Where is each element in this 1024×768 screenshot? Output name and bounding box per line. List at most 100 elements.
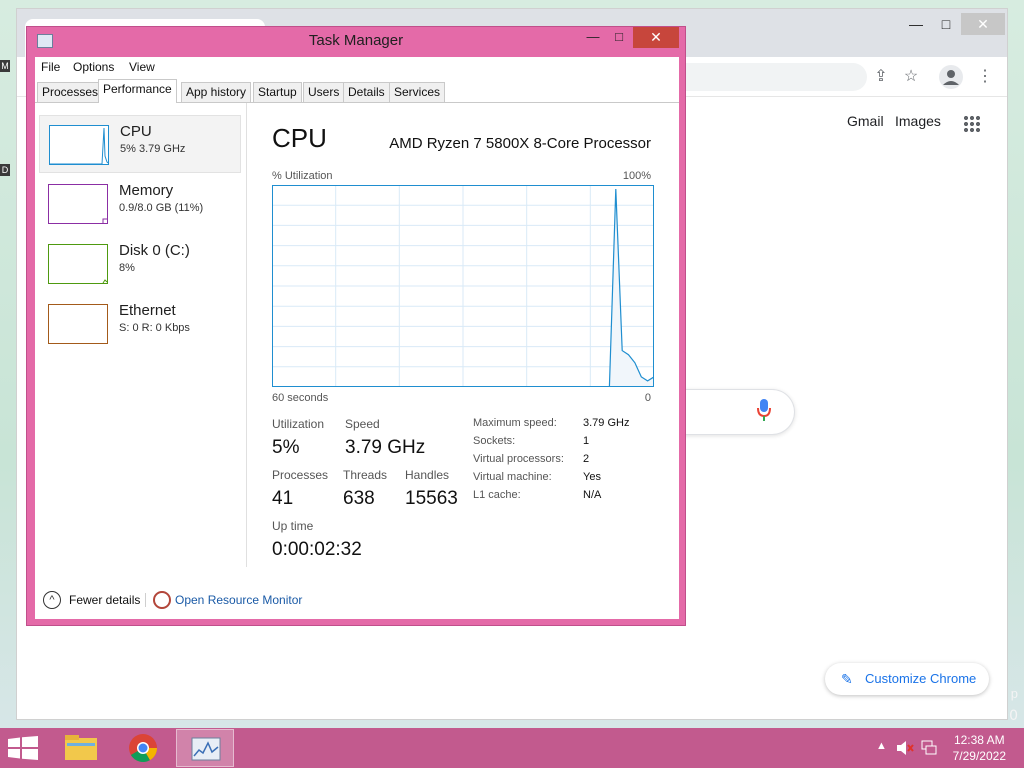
- y-axis-max-label: 100%: [622, 170, 651, 182]
- task-manager-taskbar-button[interactable]: [176, 729, 234, 767]
- speed-value: 3.79 GHz: [345, 437, 426, 458]
- sidebar-item-value: 5% 3.79 GHz: [120, 143, 186, 155]
- y-axis-label: % Utilization: [272, 170, 333, 182]
- x-axis-label: 60 seconds: [272, 392, 329, 404]
- tab-users[interactable]: Users: [303, 82, 345, 102]
- file-explorer-taskbar-button[interactable]: [52, 729, 110, 767]
- desktop-edge-mark: M: [0, 60, 10, 72]
- tab-processes[interactable]: Processes: [37, 82, 104, 102]
- clock-time: 12:38 AM: [953, 733, 1005, 747]
- cpu-utilization-graph: [272, 185, 654, 387]
- footer-bar: ^ Fewer details Open Resource Monitor: [35, 587, 679, 617]
- l1-cache-value: N/A: [583, 489, 602, 501]
- folder-icon: [65, 735, 97, 760]
- virtual-processors-label: Virtual processors:: [473, 453, 564, 465]
- chrome-close-button[interactable]: ✕: [961, 13, 1005, 35]
- sidebar-item-label: Ethernet: [119, 302, 176, 319]
- tab-app-history[interactable]: App history: [181, 82, 252, 102]
- max-speed-value: 3.79 GHz: [583, 417, 630, 429]
- voice-search-mic-icon[interactable]: [757, 398, 771, 422]
- utilization-value: 5%: [272, 437, 300, 458]
- processes-label: Processes: [272, 468, 329, 482]
- open-resource-monitor-link[interactable]: Open Resource Monitor: [175, 593, 302, 607]
- network-icon[interactable]: [920, 739, 938, 757]
- threads-value: 638: [343, 488, 375, 509]
- sidebar-item-value: 0.9/8.0 GB (11%): [119, 202, 204, 214]
- google-apps-icon[interactable]: [963, 115, 981, 133]
- menu-file[interactable]: File: [41, 60, 60, 74]
- clock-date: 7/29/2022: [952, 749, 1006, 763]
- close-button[interactable]: ✕: [633, 27, 679, 48]
- resource-monitor-icon[interactable]: [153, 591, 171, 609]
- sidebar-item-label: Memory: [119, 182, 174, 199]
- sidebar-item-label: CPU: [120, 123, 152, 140]
- memory-thumbnail-graph: [48, 184, 108, 224]
- disk-thumbnail-graph: [48, 244, 108, 284]
- footer-divider: [145, 593, 146, 607]
- handles-label: Handles: [405, 468, 450, 482]
- sidebar-item-value: 8%: [119, 262, 135, 274]
- maximize-button[interactable]: □: [605, 27, 633, 48]
- sidebar-item-label: Disk 0 (C:): [119, 242, 190, 259]
- processes-value: 41: [272, 488, 294, 509]
- bookmark-star-icon[interactable]: ☆: [899, 65, 923, 89]
- speed-label: Speed: [345, 417, 380, 431]
- uptime-label: Up time: [272, 519, 314, 533]
- customize-chrome-button[interactable]: ✎ Customize Chrome: [825, 663, 989, 695]
- tab-startup[interactable]: Startup: [253, 82, 302, 102]
- cpu-thumbnail-graph: [49, 125, 109, 165]
- sidebar-item-disk[interactable]: Disk 0 (C:) 8%: [39, 235, 241, 293]
- profile-avatar-icon[interactable]: [939, 65, 963, 89]
- l1-cache-label: L1 cache:: [473, 489, 521, 501]
- share-icon[interactable]: ⇪: [869, 65, 893, 89]
- cpu-detail-panel: CPU AMD Ryzen 7 5800X 8-Core Processor %…: [247, 103, 679, 567]
- task-manager-icon: [191, 737, 221, 761]
- task-manager-window: Task Manager — □ ✕ File Options View Pro…: [26, 26, 686, 626]
- windows-start-icon[interactable]: [8, 736, 38, 760]
- chrome-menu-icon[interactable]: ⋮: [973, 65, 997, 89]
- minimize-button[interactable]: —: [579, 27, 607, 48]
- sidebar-item-value: S: 0 R: 0 Kbps: [119, 322, 190, 334]
- fewer-details-button[interactable]: Fewer details: [69, 593, 140, 607]
- sockets-label: Sockets:: [473, 435, 516, 447]
- chrome-taskbar-button[interactable]: [114, 729, 172, 767]
- page-title: CPU: [272, 123, 327, 153]
- virtual-machine-value: Yes: [583, 471, 601, 483]
- processor-model: AMD Ryzen 7 5800X 8-Core Processor: [389, 135, 651, 152]
- virtual-processors-value: 2: [583, 453, 590, 465]
- address-bar[interactable]: [667, 63, 867, 91]
- utilization-label: Utilization: [272, 417, 325, 431]
- sockets-value: 1: [583, 435, 590, 447]
- chrome-minimize-button[interactable]: —: [901, 13, 931, 35]
- chrome-maximize-button[interactable]: □: [931, 13, 961, 35]
- desktop-edge-mark: D: [0, 164, 10, 176]
- tab-details[interactable]: Details: [343, 82, 390, 102]
- customize-chrome-label: Customize Chrome: [865, 671, 977, 686]
- menu-options[interactable]: Options: [73, 60, 114, 74]
- sidebar-item-ethernet[interactable]: Ethernet S: 0 R: 0 Kbps: [39, 295, 241, 353]
- virtual-machine-label: Virtual machine:: [473, 471, 552, 483]
- tab-services[interactable]: Services: [389, 82, 446, 102]
- menu-view[interactable]: View: [129, 60, 155, 74]
- pencil-icon: ✎: [841, 671, 853, 687]
- show-hidden-icons-button[interactable]: ▲: [876, 740, 887, 752]
- gmail-link[interactable]: Gmail: [847, 113, 884, 129]
- max-speed-label: Maximum speed:: [473, 417, 557, 429]
- system-clock[interactable]: 12:38 AM 7/29/2022: [953, 732, 1006, 764]
- chevron-up-icon[interactable]: ^: [43, 591, 61, 609]
- menu-bar: File Options View: [35, 57, 679, 79]
- volume-muted-icon[interactable]: [896, 740, 914, 756]
- threads-label: Threads: [343, 468, 388, 482]
- resource-sidebar: CPU 5% 3.79 GHz Memory 0.9/8.0 GB (11%) …: [35, 103, 247, 567]
- handles-value: 15563: [405, 488, 458, 509]
- chrome-icon: [129, 734, 157, 762]
- uptime-value: 0:00:02:32: [272, 539, 362, 560]
- sidebar-item-cpu[interactable]: CPU 5% 3.79 GHz: [39, 115, 241, 173]
- ethernet-thumbnail-graph: [48, 304, 108, 344]
- x-axis-min-label: 0: [644, 392, 651, 404]
- images-link[interactable]: Images: [895, 113, 941, 129]
- tab-performance[interactable]: Performance: [98, 79, 177, 103]
- sidebar-item-memory[interactable]: Memory 0.9/8.0 GB (11%): [39, 175, 241, 233]
- task-manager-client: File Options View Processes Performance …: [35, 57, 679, 619]
- taskbar: ▲ 12:38 AM 7/29/2022: [0, 728, 1024, 768]
